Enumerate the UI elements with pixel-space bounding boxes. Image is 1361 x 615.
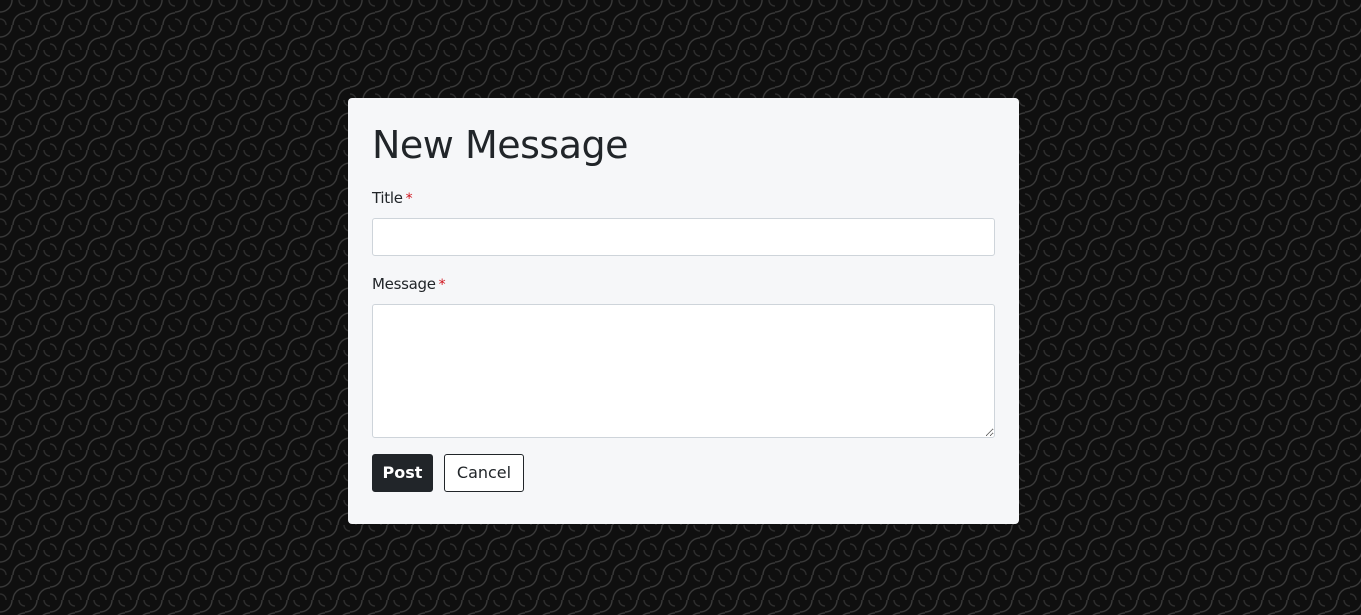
message-field-label: Message * bbox=[372, 274, 446, 295]
required-marker: * bbox=[405, 191, 413, 207]
new-message-dialog: New Message Title * Message * Post Cancel bbox=[348, 98, 1019, 524]
message-label-text: Message bbox=[372, 275, 436, 293]
title-field-label: Title * bbox=[372, 188, 413, 209]
post-button[interactable]: Post bbox=[372, 454, 433, 492]
dialog-title: New Message bbox=[372, 123, 629, 167]
required-marker: * bbox=[438, 277, 446, 293]
cancel-button[interactable]: Cancel bbox=[444, 454, 524, 492]
title-input[interactable] bbox=[372, 218, 995, 256]
message-textarea[interactable] bbox=[372, 304, 995, 438]
title-label-text: Title bbox=[372, 189, 403, 207]
